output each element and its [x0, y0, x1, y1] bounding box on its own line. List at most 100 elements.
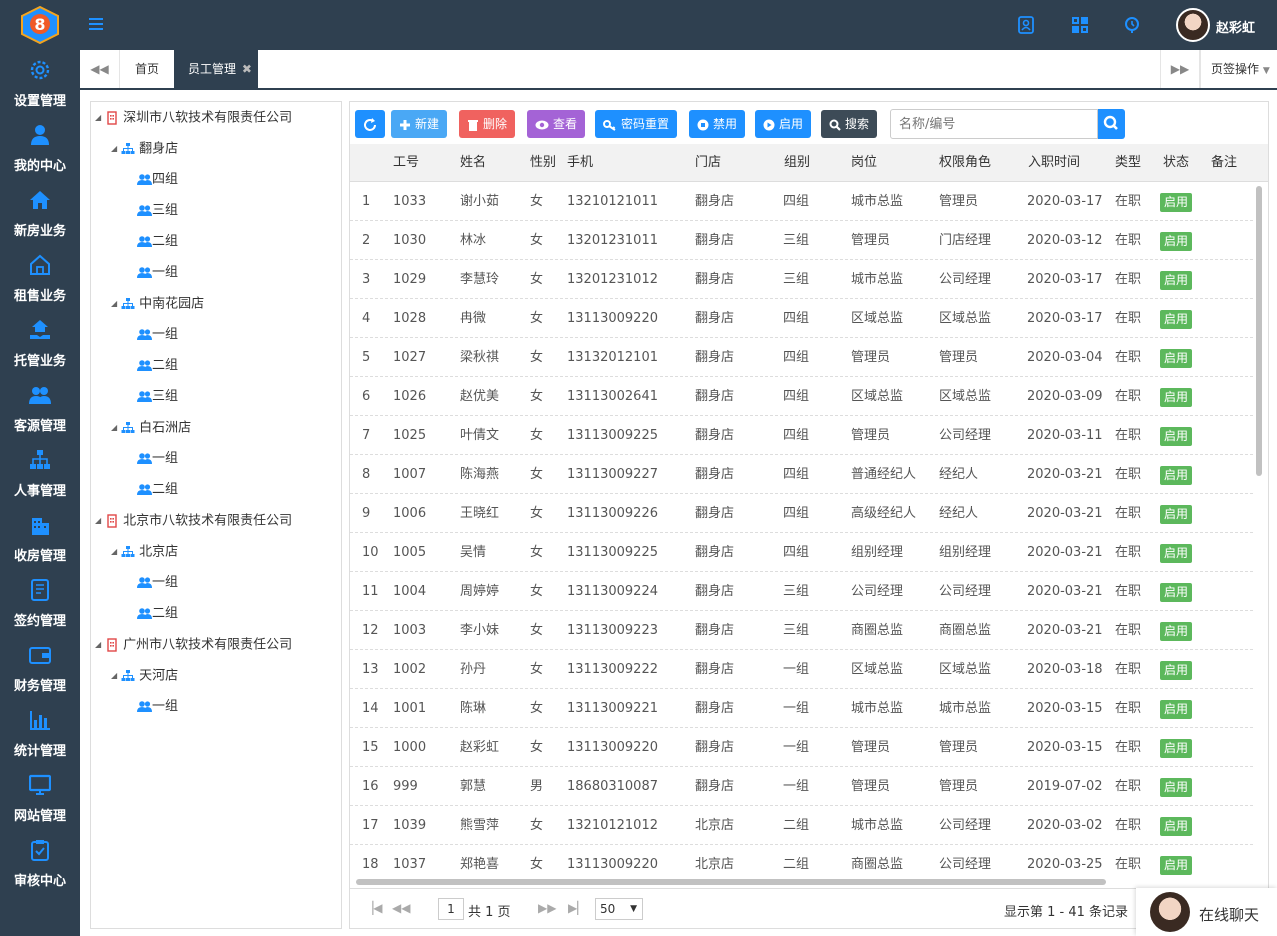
table-row[interactable]: 6 1026 赵优美 女 13113002641 翻身店 四组 区域总监 区域总监 2020-03… — [350, 377, 1253, 416]
next-page-icon[interactable]: ▶▶ — [538, 901, 556, 915]
tree-node-group[interactable]: 一组 — [137, 696, 178, 718]
sidebar-item-my-center[interactable]: 我的中心 — [0, 115, 80, 180]
table-row[interactable]: 8 1007 陈海燕 女 13113009227 翻身店 四组 普通经纪人 经纪人 2020-03… — [350, 455, 1253, 494]
col-header-sex[interactable]: 性别 — [530, 144, 556, 182]
tab-scroll-right-icon[interactable]: ▶▶ — [1160, 50, 1200, 88]
table-row[interactable]: 15 1000 赵彩虹 女 13113009220 翻身店 一组 管理员 管理员 2020-03-… — [350, 728, 1253, 767]
tree-node-store[interactable]: ◢ 翻身店 — [111, 138, 178, 160]
col-header-name[interactable]: 姓名 — [460, 144, 486, 182]
col-header-id[interactable]: 工号 — [393, 144, 419, 182]
col-header-role[interactable]: 权限角色 — [939, 144, 991, 182]
prev-page-icon[interactable]: ◀◀ — [392, 901, 410, 915]
col-header-status[interactable]: 状态 — [1163, 144, 1189, 182]
table-row[interactable]: 17 1039 熊雪萍 女 13210121012 北京店 二组 城市总监 公司经理 2020-0… — [350, 806, 1253, 845]
table-row[interactable]: 1 1033 谢小茹 女 13210121011 翻身店 四组 城市总监 管理员 2020-03-… — [350, 182, 1253, 221]
sidebar-item-trust[interactable]: 托管业务 — [0, 310, 80, 375]
tab-employee-management[interactable]: 员工管理 ✖ — [174, 50, 258, 88]
tree-node-company[interactable]: ◢ 深圳市八软技术有限责任公司 — [95, 107, 292, 129]
disable-button[interactable]: 禁用 — [689, 110, 746, 138]
tree-node-group[interactable]: 三组 — [137, 200, 178, 222]
tree-node-store[interactable]: ◢ 白石洲店 — [111, 417, 191, 439]
search-button[interactable]: 搜索 — [821, 110, 878, 138]
tree-node-store[interactable]: ◢ 中南花园店 — [111, 293, 204, 315]
sidebar-item-finance[interactable]: 财务管理 — [0, 635, 80, 700]
table-row[interactable]: 14 1001 陈琳 女 13113009221 翻身店 一组 城市总监 城市总监 2020-03… — [350, 689, 1253, 728]
tree-expand-icon[interactable]: ◢ — [95, 634, 105, 656]
table-row[interactable]: 9 1006 王晓红 女 13113009226 翻身店 四组 高级经纪人 经纪人 2020-03… — [350, 494, 1253, 533]
tab-scroll-left-icon[interactable]: ◀◀ — [80, 50, 120, 88]
tree-expand-icon[interactable]: ◢ — [111, 665, 121, 687]
page-number-input[interactable]: 1 — [438, 898, 464, 920]
user-avatar[interactable] — [1176, 8, 1210, 42]
tree-expand-icon[interactable]: ◢ — [95, 510, 105, 532]
delete-button[interactable]: 删除 — [459, 110, 516, 138]
tree-expand-icon[interactable]: ◢ — [111, 541, 121, 563]
tree-node-group[interactable]: 四组 — [137, 169, 178, 191]
sidebar-item-settings[interactable]: 设置管理 — [0, 50, 80, 115]
tree-node-store[interactable]: ◢ 天河店 — [111, 665, 178, 687]
sidebar-item-new-house[interactable]: 新房业务 — [0, 180, 80, 245]
tree-node-group[interactable]: 一组 — [137, 572, 178, 594]
tree-expand-icon[interactable]: ◢ — [111, 293, 121, 315]
sidebar-item-audit[interactable]: 审核中心 — [0, 830, 80, 895]
tree-node-store[interactable]: ◢ 北京店 — [111, 541, 178, 563]
search-input[interactable] — [890, 109, 1098, 139]
page-size-select[interactable]: 50 ▼ — [595, 898, 643, 920]
col-header-store[interactable]: 门店 — [695, 144, 721, 182]
table-row[interactable]: 5 1027 梁秋祺 女 13132012101 翻身店 四组 管理员 管理员 2020-03-0… — [350, 338, 1253, 377]
tree-node-group[interactable]: 一组 — [137, 448, 178, 470]
sidebar-item-customer[interactable]: 客源管理 — [0, 375, 80, 440]
grid-icon[interactable] — [1070, 15, 1090, 35]
table-row[interactable]: 4 1028 冉微 女 13113009220 翻身店 四组 区域总监 区域总监 2020-03-… — [350, 299, 1253, 338]
col-header-group[interactable]: 组别 — [784, 144, 810, 182]
app-logo[interactable]: 8 — [20, 5, 60, 45]
table-row[interactable]: 11 1004 周婷婷 女 13113009224 翻身店 三组 公司经理 公司经理 2020-0… — [350, 572, 1253, 611]
user-card-icon[interactable] — [1016, 15, 1036, 35]
col-header-date[interactable]: 入职时间 — [1028, 144, 1080, 182]
tab-home[interactable]: 首页 — [121, 50, 173, 88]
tree-node-group[interactable]: 二组 — [137, 479, 178, 501]
reset-password-button[interactable]: 密码重置 — [595, 110, 678, 138]
tree-node-company[interactable]: ◢ 广州市八软技术有限责任公司 — [95, 634, 292, 656]
username[interactable]: 赵彩虹 — [1216, 17, 1255, 36]
sidebar-item-collect-house[interactable]: 收房管理 — [0, 505, 80, 570]
tree-node-group[interactable]: 二组 — [137, 603, 178, 625]
enable-button[interactable]: 启用 — [755, 110, 812, 138]
tree-node-group[interactable]: 一组 — [137, 262, 178, 284]
tree-node-group[interactable]: 二组 — [137, 355, 178, 377]
table-row[interactable]: 13 1002 孙丹 女 13113009222 翻身店 一组 区域总监 区域总监 2020-03… — [350, 650, 1253, 689]
page-ops-dropdown[interactable]: 页签操作 ▼ — [1200, 50, 1277, 88]
col-header-remark[interactable]: 备注 — [1211, 144, 1237, 182]
table-row[interactable]: 2 1030 林冰 女 13201231011 翻身店 三组 管理员 门店经理 2020-03-1… — [350, 221, 1253, 260]
sidebar-item-rent-sale[interactable]: 租售业务 — [0, 245, 80, 310]
first-page-icon[interactable]: ▕◀ — [364, 901, 382, 915]
view-button[interactable]: 查看 — [527, 110, 586, 138]
online-chat-widget[interactable]: 在线聊天 — [1136, 888, 1277, 936]
col-header-type[interactable]: 类型 — [1115, 144, 1141, 182]
col-header-post[interactable]: 岗位 — [851, 144, 877, 182]
vertical-scroll-thumb[interactable] — [1256, 186, 1262, 476]
tree-node-company[interactable]: ◢ 北京市八软技术有限责任公司 — [95, 510, 292, 532]
horizontal-scroll-thumb[interactable] — [356, 879, 1106, 885]
tree-expand-icon[interactable]: ◢ — [111, 417, 121, 439]
clock-icon[interactable] — [1122, 15, 1142, 35]
new-button[interactable]: 新建 — [391, 110, 448, 138]
tree-node-group[interactable]: 三组 — [137, 386, 178, 408]
table-row[interactable]: 12 1003 李小妹 女 13113009223 翻身店 三组 商圈总监 商圈总监 2020-0… — [350, 611, 1253, 650]
menu-toggle-icon[interactable] — [88, 16, 104, 36]
col-header-phone[interactable]: 手机 — [567, 144, 593, 182]
sidebar-item-website[interactable]: 网站管理 — [0, 765, 80, 830]
table-row[interactable]: 7 1025 叶倩文 女 13113009225 翻身店 四组 管理员 公司经理 2020-03-… — [350, 416, 1253, 455]
tree-node-group[interactable]: 二组 — [137, 231, 178, 253]
table-row[interactable]: 10 1005 吴情 女 13113009225 翻身店 四组 组别经理 组别经理 2020-03… — [350, 533, 1253, 572]
tree-expand-icon[interactable]: ◢ — [95, 107, 105, 129]
table-row[interactable]: 3 1029 李慧玲 女 13201231012 翻身店 三组 城市总监 公司经理 2020-03… — [350, 260, 1253, 299]
table-row[interactable]: 16 999 郭慧 男 18680310087 翻身店 一组 管理员 管理员 2019-07-02… — [350, 767, 1253, 806]
tree-expand-icon[interactable]: ◢ — [111, 138, 121, 160]
search-submit-button[interactable] — [1098, 109, 1125, 139]
sidebar-item-hr[interactable]: 人事管理 — [0, 440, 80, 505]
sidebar-item-contract[interactable]: 签约管理 — [0, 570, 80, 635]
refresh-button[interactable] — [355, 110, 385, 138]
tree-node-group[interactable]: 一组 — [137, 324, 178, 346]
last-page-icon[interactable]: ▶▏ — [568, 901, 586, 915]
